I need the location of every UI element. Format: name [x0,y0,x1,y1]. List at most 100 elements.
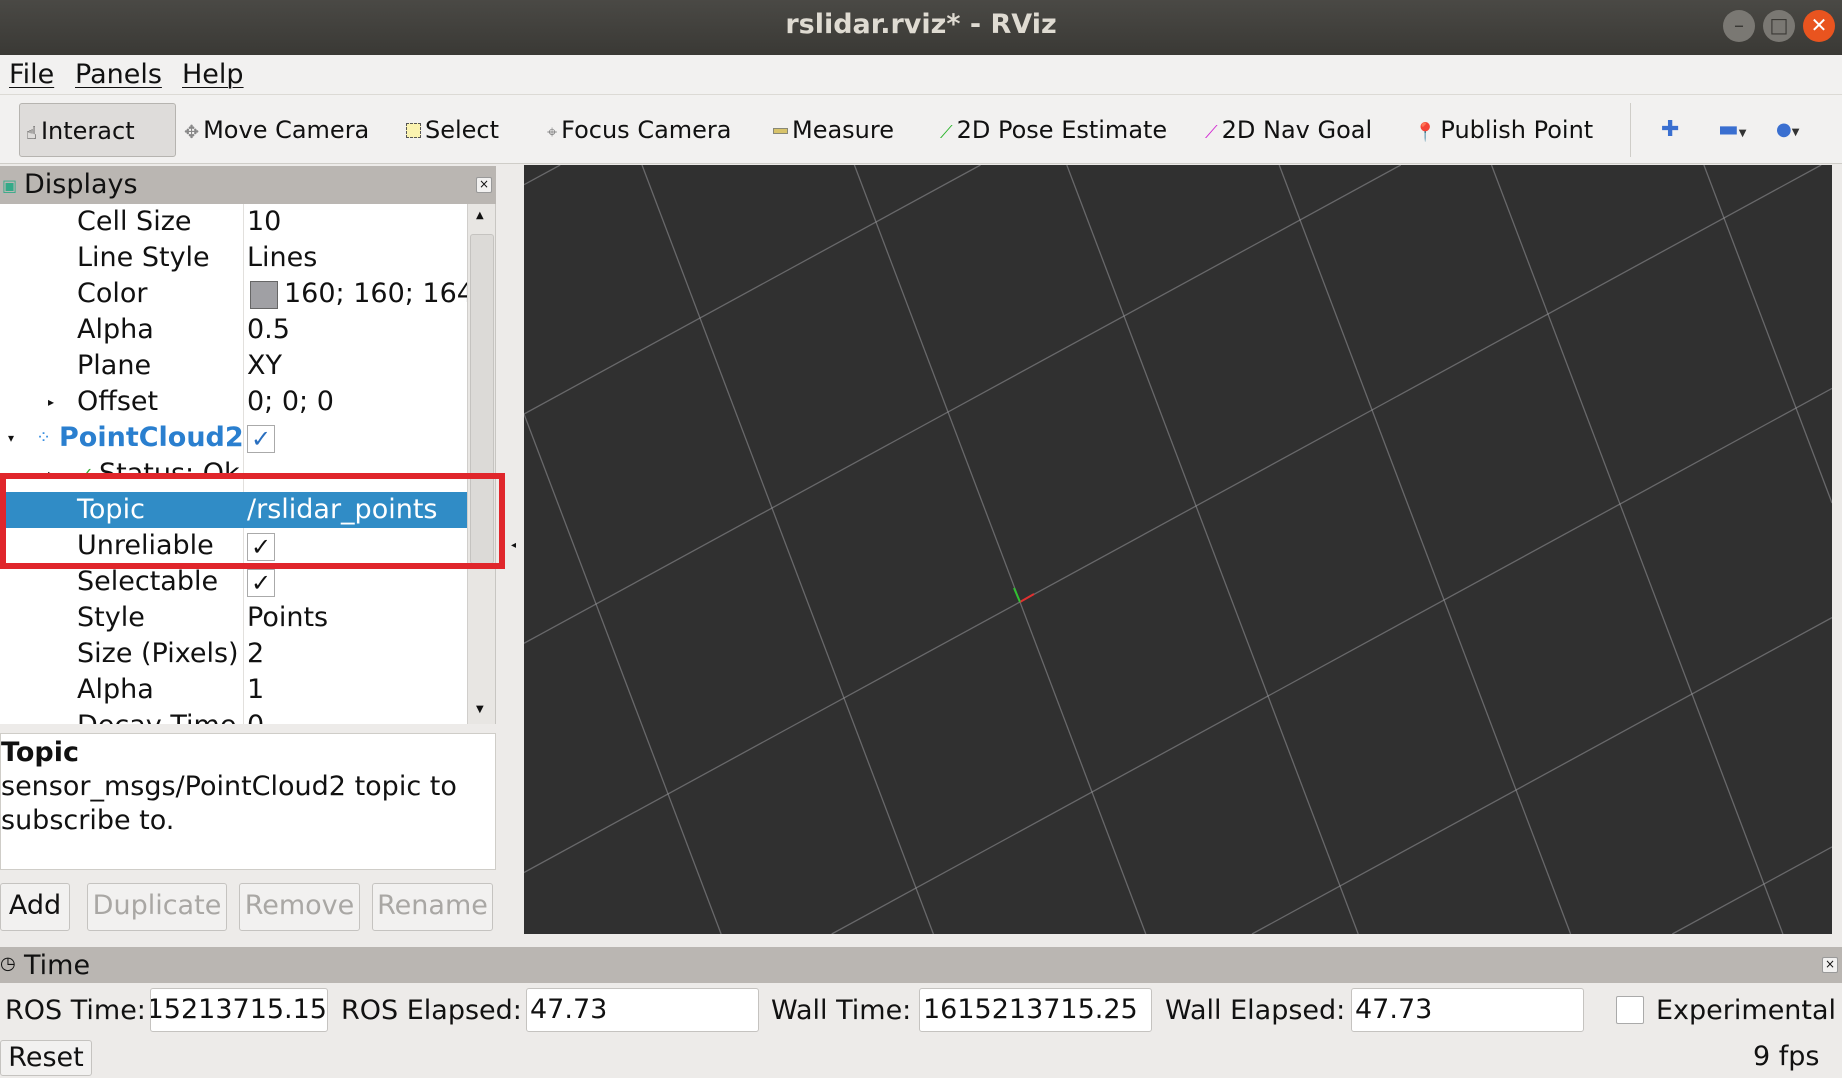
property-row[interactable]: Plane XY [0,348,467,384]
grid-line [1490,165,1784,934]
grid-line [1251,617,1832,934]
display-pointcloud2[interactable]: ▾ ⁘ PointCloud2 ✓ [0,420,467,456]
close-panel-icon[interactable]: × [1822,957,1838,973]
focus-camera-icon: ⌖ [547,122,558,143]
experimental-checkbox[interactable] [1616,996,1644,1024]
tool-label: Select [425,116,500,144]
grid-line [1671,846,1832,934]
minimize-button[interactable]: – [1723,10,1755,42]
menu-panels[interactable]: Panels [75,57,162,92]
grid [524,165,1832,934]
window-title: rslidar.rviz* - RViz [785,9,1057,40]
property-value[interactable]: 0 [247,708,264,724]
ros-time-label: ROS Time: [5,995,146,1026]
property-row[interactable]: Line Style Lines [0,240,467,276]
ros-elapsed-field[interactable]: 47.73 [526,988,759,1032]
property-value[interactable]: Points [247,600,328,636]
display-name: PointCloud2 [59,422,244,453]
expand-arrow-icon[interactable]: ▸ [48,384,54,420]
displays-title: Displays [24,169,138,200]
property-value[interactable]: 2 [247,636,264,672]
property-value[interactable]: 10 [247,204,281,240]
title-bar: rslidar.rviz* - RViz – □ ✕ [0,0,1842,55]
property-value[interactable]: XY [247,348,282,384]
property-name: Color [77,278,148,309]
collapse-left-icon[interactable]: ◂ [511,540,516,551]
clock-icon: ◷ [0,953,16,974]
tool-select[interactable]: Select [400,103,505,157]
displays-tree: Cell Size 10 Line Style Lines Color 160; 16… [0,204,496,724]
duplicate-button[interactable]: Duplicate [87,883,227,931]
wall-elapsed-label: Wall Elapsed: [1165,995,1346,1026]
property-name: Size (Pixels) [77,638,239,669]
green-arrow-icon: ⟋ [940,122,953,143]
property-name: Alpha [77,674,154,705]
tool-measure[interactable]: Measure [767,103,900,157]
property-name: Cell Size [77,206,192,237]
property-row[interactable]: Size (Pixels) 2 [0,636,467,672]
add-button[interactable]: Add [0,883,70,931]
remove-button[interactable]: Remove [239,883,360,931]
property-row[interactable]: Alpha 0.5 [0,312,467,348]
menu-file[interactable]: File [9,57,54,92]
tool-focus-camera[interactable]: ⌖ Focus Camera [541,103,738,157]
property-value[interactable]: Lines [247,240,317,276]
tool-interact[interactable]: ☝ Interact [19,103,176,157]
tool-label: Interact [40,117,135,145]
property-value[interactable]: 0; 0; 0 [247,384,334,420]
property-value[interactable]: 1 [247,672,264,708]
menu-help[interactable]: Help [182,57,244,92]
enabled-checkbox[interactable]: ✓ [247,424,275,453]
rename-button[interactable]: Rename [372,883,493,931]
highlight-annotation [0,473,505,569]
wall-time-field[interactable]: 1615213715.25 [919,988,1152,1032]
pointcloud-icon: ⁘ [36,427,52,448]
color-swatch[interactable] [250,281,278,309]
toolbar: ☝ Interact ✥ Move Camera Select ⌖ Focus Cam… [0,94,1842,164]
grid-line [1066,165,1359,934]
property-row[interactable]: Selectable ✓ [0,564,467,600]
3d-viewport[interactable] [524,165,1832,934]
description-title: Topic [1,737,79,768]
property-name: Plane [77,350,152,381]
property-row[interactable]: Cell Size 10 [0,204,467,240]
reset-button[interactable]: Reset [0,1040,92,1076]
tool-move-camera[interactable]: ✥ Move Camera [178,103,375,157]
property-row[interactable]: Alpha 1 [0,672,467,708]
property-description: Topic sensor_msgs/PointCloud2 topic to s… [0,733,496,870]
view-options-icon[interactable]: ●▼ [1770,103,1805,157]
close-panel-icon[interactable]: × [476,177,492,193]
collapse-arrow-icon[interactable]: ▾ [8,420,14,456]
add-tool-icon[interactable]: ✚ [1655,103,1685,157]
property-name: Alpha [77,314,154,345]
monitor-icon: ▣ [2,176,18,195]
property-row[interactable]: Style Points [0,600,467,636]
scroll-down-icon[interactable]: ▼ [476,704,484,715]
property-name: Decay Time [77,708,236,724]
property-row[interactable]: Decay Time 0 [0,708,467,724]
wall-elapsed-field[interactable]: 47.73 [1351,988,1584,1032]
remove-tool-icon[interactable]: ▬▼ [1712,103,1753,157]
grid-line [1278,165,1572,934]
property-row[interactable]: Color 160; 160; 164 [0,276,474,312]
scroll-up-icon[interactable]: ▲ [476,210,484,221]
property-row[interactable]: ▸ Offset 0; 0; 0 [0,384,467,420]
tree-scrollbar[interactable]: ▲ ▼ [467,204,495,724]
maximize-button[interactable]: □ [1763,10,1795,42]
tool-label: 2D Nav Goal [1221,116,1373,144]
property-name: Selectable [77,566,219,597]
property-value[interactable]: 160; 160; 164 [284,276,474,312]
grid-line [524,165,1822,874]
property-value[interactable]: 0.5 [247,312,290,348]
time-title: Time [24,950,91,981]
tool-publish-point[interactable]: 📍 Publish Point [1408,103,1599,157]
displays-panel-header: ▣ Displays × [0,166,496,204]
magenta-arrow-icon: ⟋ [1205,122,1218,143]
tool-label: Measure [792,116,894,144]
tool-2d-pose-estimate[interactable]: ⟋ 2D Pose Estimate [934,103,1173,157]
close-button[interactable]: ✕ [1803,10,1835,42]
selectable-checkbox[interactable]: ✓ [247,568,275,597]
axis-marker [1019,593,1035,603]
tool-2d-nav-goal[interactable]: ⟋ 2D Nav Goal [1199,103,1378,157]
ros-time-field[interactable]: 1615213715.15 [150,988,328,1032]
